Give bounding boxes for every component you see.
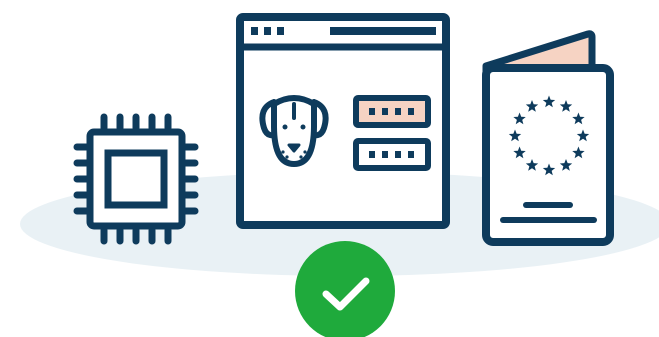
password-field [353,138,431,171]
microchip-icon [73,113,199,245]
identity-verification-illustration [20,13,659,337]
password-field-highlighted [353,95,431,128]
eu-passport-icon [482,30,614,246]
verified-badge [295,241,395,337]
window-dots [251,27,284,35]
address-bar [330,27,436,35]
